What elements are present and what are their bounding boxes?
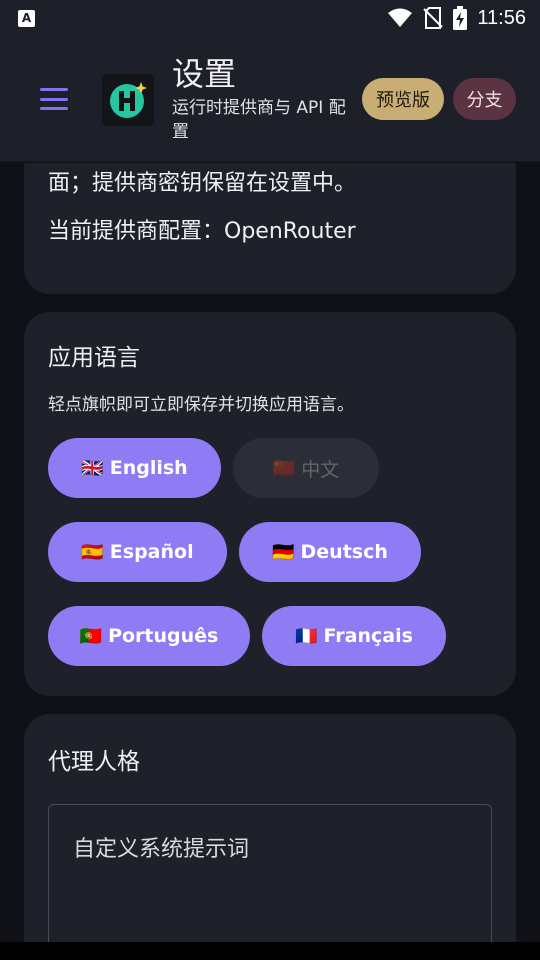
navigation-bar [0,942,540,960]
germany-flag-icon: 🇩🇪 [272,541,295,563]
uk-flag-icon: 🇬🇧 [81,457,104,479]
status-time: 11:56 [477,6,526,29]
page-subtitle: 运行时提供商与 API 配置 [172,98,346,142]
provider-note: 面；提供商密钥保留在设置中。 [48,171,357,196]
system-prompt-input[interactable]: 自定义系统提示词 [48,804,492,942]
language-chip-label: Español [109,541,194,563]
no-sim-icon [423,7,444,29]
app-logo [102,74,154,126]
status-bar: A 11:56 [0,0,540,36]
a-icon: A [18,9,35,27]
language-chip-spanish[interactable]: 🇪🇸 Español [48,522,227,582]
france-flag-icon: 🇫🇷 [295,625,318,647]
language-description: 轻点旗帜即可立即保存并切换应用语言。 [48,395,354,415]
system-prompt-placeholder: 自定义系统提示词 [73,837,250,862]
menu-icon[interactable] [40,88,68,110]
current-provider: 当前提供商配置：OpenRouter [48,219,356,244]
china-flag-icon: 🇨🇳 [272,457,296,479]
language-chip-chinese[interactable]: 🇨🇳 中文 [233,438,379,498]
language-chip-label: 中文 [301,458,340,481]
page-title: 设置 [172,55,237,93]
language-chip-label: Português [108,625,219,647]
language-chip-label: English [109,457,188,479]
language-chip-english[interactable]: 🇬🇧 English [48,438,221,498]
language-chip-french[interactable]: 🇫🇷 Français [262,606,446,666]
language-chip-portuguese[interactable]: 🇵🇹 Português [48,606,250,666]
portugal-flag-icon: 🇵🇹 [79,625,103,647]
language-card: 应用语言 轻点旗帜即可立即保存并切换应用语言。 🇬🇧 English 🇨🇳 中文… [24,312,516,696]
persona-card: 代理人格 自定义系统提示词 [24,714,516,942]
branch-button[interactable]: 分支 [453,78,516,120]
persona-card-title: 代理人格 [48,749,140,775]
app-bar: 设置 运行时提供商与 API 配置 预览版 分支 [0,36,540,162]
battery-charging-icon [453,6,468,30]
language-card-title: 应用语言 [48,345,140,371]
provider-card: 面；提供商密钥保留在设置中。 当前提供商配置：OpenRouter [24,163,516,294]
spain-flag-icon: 🇪🇸 [81,541,104,563]
logo-icon [110,82,147,118]
settings-content[interactable]: 面；提供商密钥保留在设置中。 当前提供商配置：OpenRouter 应用语言 轻… [0,163,540,942]
language-chip-label: Français [323,625,413,647]
language-chip-label: Deutsch [300,541,388,563]
wifi-icon [388,8,413,27]
language-chip-german[interactable]: 🇩🇪 Deutsch [239,522,421,582]
preview-button[interactable]: 预览版 [362,78,444,120]
